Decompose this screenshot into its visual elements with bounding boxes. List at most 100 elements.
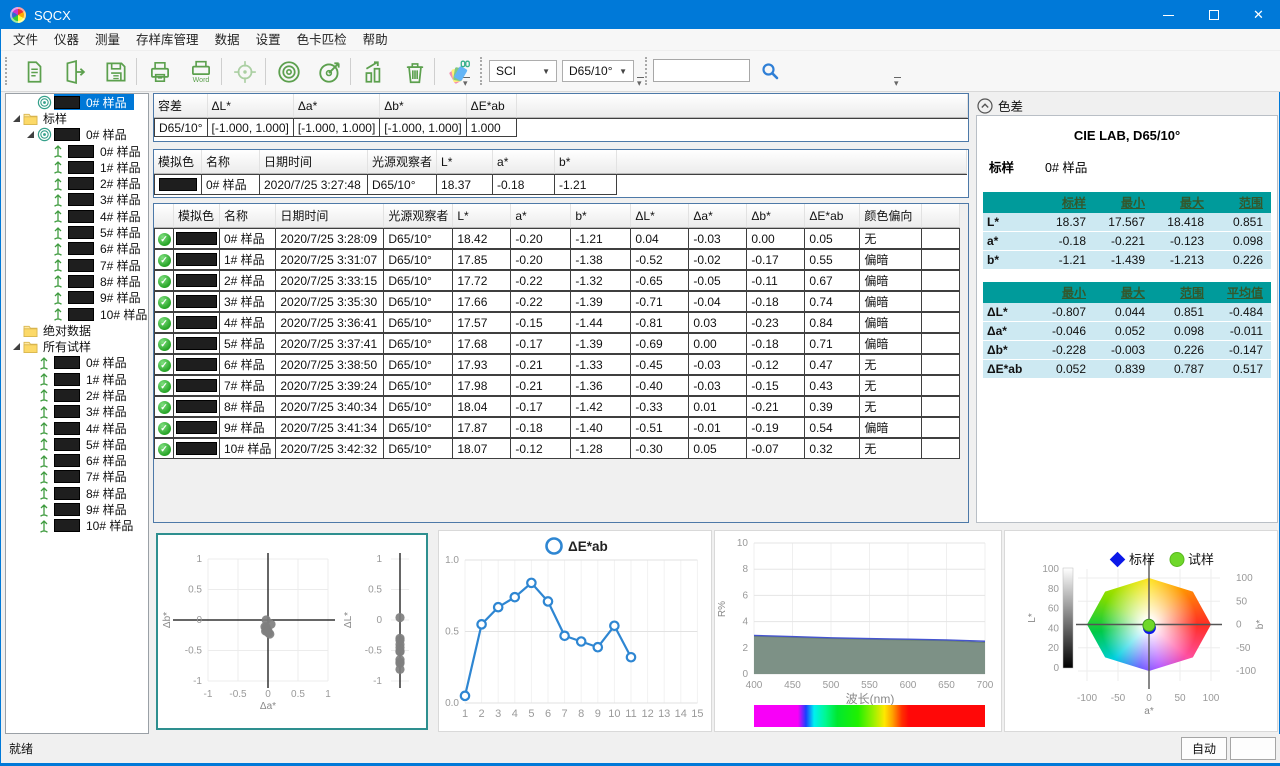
cell — [922, 249, 960, 270]
minimize-button[interactable] — [1146, 1, 1191, 29]
tree-item-sample[interactable]: 1# 样品 — [6, 371, 148, 387]
tree-item-sample[interactable]: 0# 样品 — [6, 143, 148, 159]
print-icon — [147, 59, 173, 85]
sample-row[interactable]: ✓10# 样品2020/7/25 3:42:32D65/10°18.07-0.1… — [154, 438, 960, 459]
auto-mode-button[interactable]: 自动 — [1181, 737, 1227, 760]
delta-e-trend-chart[interactable]: 0.00.51.0123456789101112131415ΔE*ab — [438, 530, 712, 732]
cell — [922, 354, 960, 375]
cell: 0.052 — [1094, 322, 1153, 341]
reflectance-chart[interactable]: 0246810400450500550600650700波长(nm)R% — [714, 530, 1002, 732]
cell: Δa* — [294, 94, 380, 118]
cell: 偏暗 — [860, 249, 922, 270]
tree-item-sample[interactable]: 1# 样品 — [6, 159, 148, 175]
cell: 0.052 — [1035, 360, 1094, 379]
save-button[interactable] — [97, 54, 135, 90]
sample-row[interactable]: ✓2# 样品2020/7/25 3:33:15D65/10°17.72-0.22… — [154, 270, 960, 291]
cell: -0.01 — [689, 417, 747, 438]
export-word-button[interactable]: Word — [182, 54, 220, 90]
tree-item-folder[interactable]: 绝对数据 — [6, 322, 148, 338]
cell: 0.00 — [689, 333, 747, 354]
cell: 2020/7/25 3:33:15 — [276, 270, 384, 291]
cell: 光源观察者 — [384, 204, 453, 228]
sample-row[interactable]: ✓1# 样品2020/7/25 3:31:07D65/10°17.85-0.20… — [154, 249, 960, 270]
menu-item-4[interactable]: 数据 — [207, 29, 248, 51]
tolerance-table: 容差ΔL*Δa*Δb*ΔE*abD65/10°[-1.000, 1.000][-… — [153, 93, 969, 142]
tree-item-sample[interactable]: 9# 样品 — [6, 290, 148, 306]
toolbar-overflow-icon[interactable]: ▾ — [894, 77, 901, 89]
tree-item-sample[interactable]: 0# 样品 — [6, 127, 148, 143]
tree-item-sample[interactable]: 8# 样品 — [6, 485, 148, 501]
search-input[interactable] — [653, 59, 750, 82]
toolbar-overflow-icon[interactable]: ▾ — [637, 77, 644, 89]
menu-item-5[interactable]: 设置 — [248, 29, 289, 51]
svg-text:100: 100 — [1236, 573, 1253, 584]
illuminant-dropdown[interactable]: D65/10°▼ — [562, 60, 634, 82]
svg-text:试样: 试样 — [1188, 552, 1214, 567]
trend-chart-button[interactable] — [355, 54, 393, 90]
tree-item-sample[interactable]: 0# 样品 — [6, 355, 148, 371]
sample-row[interactable]: ✓4# 样品2020/7/25 3:36:41D65/10°17.57-0.15… — [154, 312, 960, 333]
sample-arrow-icon — [39, 388, 49, 402]
delete-button[interactable] — [396, 54, 434, 90]
tree-item-sample[interactable]: 6# 样品 — [6, 241, 148, 257]
search-icon[interactable] — [751, 53, 789, 89]
sample-row[interactable]: ✓9# 样品2020/7/25 3:41:34D65/10°17.87-0.18… — [154, 417, 960, 438]
cell: 0.00 — [747, 228, 805, 249]
collapse-panel-button[interactable] — [977, 98, 993, 114]
tree-item-sample[interactable]: 6# 样品 — [6, 453, 148, 469]
sample-row[interactable]: ✓7# 样品2020/7/25 3:39:24D65/10°17.98-0.21… — [154, 375, 960, 396]
tree-item-sample[interactable]: 3# 样品 — [6, 192, 148, 208]
calibrate-button[interactable] — [226, 54, 264, 90]
measure-standard-button[interactable] — [270, 54, 308, 90]
cell: 0.43 — [805, 375, 860, 396]
svg-text:-100: -100 — [1236, 666, 1256, 677]
tree-item-sample[interactable]: 2# 样品 — [6, 175, 148, 191]
cell: 1# 样品 — [220, 249, 276, 270]
close-button[interactable]: ✕ — [1236, 1, 1280, 29]
sample-row[interactable]: ✓8# 样品2020/7/25 3:40:34D65/10°18.04-0.17… — [154, 396, 960, 417]
tree-item-folder[interactable]: 所有试样 — [6, 338, 148, 354]
svg-text:1: 1 — [462, 708, 468, 720]
menu-item-7[interactable]: 帮助 — [355, 29, 396, 51]
new-document-icon — [21, 59, 47, 85]
sci-dropdown[interactable]: SCI▼ — [489, 60, 557, 82]
tree-item-sample[interactable]: 8# 样品 — [6, 273, 148, 289]
cell: -0.15 — [747, 375, 805, 396]
sample-row[interactable]: ✓5# 样品2020/7/25 3:37:41D65/10°17.68-0.17… — [154, 333, 960, 354]
new-document-button[interactable] — [15, 54, 53, 90]
maximize-button[interactable] — [1191, 1, 1236, 29]
cell: 2020/7/25 3:35:30 — [276, 291, 384, 312]
tree-item-current-standard[interactable]: 0# 样品 — [6, 94, 148, 110]
menu-item-1[interactable]: 仪器 — [46, 29, 87, 51]
tree-item-sample[interactable]: 10# 样品 — [6, 518, 148, 534]
menu-item-3[interactable]: 存样库管理 — [128, 29, 207, 51]
cell: 0.67 — [805, 270, 860, 291]
svg-text:5: 5 — [528, 708, 534, 720]
delta-ab-scatter-chart[interactable]: -1-0.500.5110.50-0.5-1Δa*Δb*10.50-0.5-1Δ… — [156, 533, 428, 730]
tree-item-sample[interactable]: 7# 样品 — [6, 469, 148, 485]
tree-item-sample[interactable]: 9# 样品 — [6, 501, 148, 517]
color-card-button[interactable] — [439, 54, 477, 90]
tree-item-sample[interactable]: 5# 样品 — [6, 436, 148, 452]
sample-row[interactable]: ✓3# 样品2020/7/25 3:35:30D65/10°17.66-0.22… — [154, 291, 960, 312]
export-button[interactable] — [56, 54, 94, 90]
tree-item-sample[interactable]: 5# 样品 — [6, 224, 148, 240]
tree-item-sample[interactable]: 7# 样品 — [6, 257, 148, 273]
lab-colorwheel-chart[interactable]: -100-50050100a*100500-50-100b*1008060402… — [1004, 530, 1278, 732]
tree-item-sample[interactable]: 10# 样品 — [6, 306, 148, 322]
menu-item-0[interactable]: 文件 — [5, 29, 46, 51]
tree-item-sample[interactable]: 4# 样品 — [6, 208, 148, 224]
print-button[interactable] — [141, 54, 179, 90]
empty-status-button[interactable] — [1230, 737, 1276, 760]
tree-item-sample[interactable]: 2# 样品 — [6, 387, 148, 403]
tree-item-sample[interactable]: 4# 样品 — [6, 420, 148, 436]
menu-item-2[interactable]: 测量 — [87, 29, 128, 51]
sample-row[interactable]: ✓0# 样品2020/7/25 3:28:09D65/10°18.42-0.20… — [154, 228, 960, 249]
tree-item-folder[interactable]: 标样 — [6, 110, 148, 126]
sample-row[interactable]: ✓6# 样品2020/7/25 3:38:50D65/10°17.93-0.21… — [154, 354, 960, 375]
cell: 2020/7/25 3:38:50 — [276, 354, 384, 375]
measure-sample-button[interactable] — [311, 54, 349, 90]
menu-item-6[interactable]: 色卡匹检 — [289, 29, 355, 51]
tree-item-sample[interactable]: 3# 样品 — [6, 404, 148, 420]
cell: D65/10° — [368, 174, 437, 195]
